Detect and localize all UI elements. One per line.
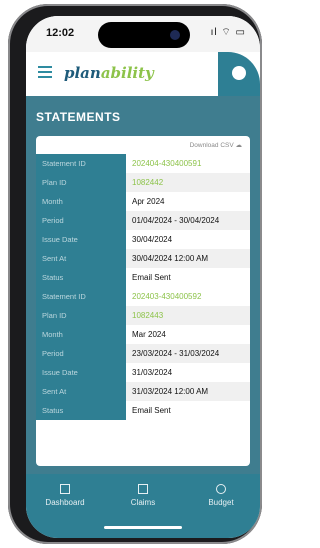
nav-budget[interactable]: Budget — [182, 484, 260, 507]
status-bar: 12:02 ıl ⌔ ▭ — [26, 16, 260, 52]
table-row: Plan ID 1082442 — [36, 173, 250, 192]
row-label: Sent At — [36, 249, 126, 268]
row-label: Sent At — [36, 382, 126, 401]
statements-card: Download CSV ☁ Statement ID 202404-430400… — [36, 136, 250, 466]
table-row: Status Email Sent — [36, 401, 250, 420]
profile-button[interactable] — [218, 52, 260, 96]
download-csv-button[interactable]: Download CSV ☁ — [190, 141, 242, 149]
row-value: Email Sent — [126, 268, 250, 287]
screen: 12:02 ıl ⌔ ▭ planability STATEMENTS Down… — [26, 16, 260, 538]
table-row: Sent At 30/04/2024 12:00 AM — [36, 249, 250, 268]
table-row: Plan ID 1082443 — [36, 306, 250, 325]
row-value-link[interactable]: 202403-430400592 — [126, 287, 250, 306]
row-value: 30/04/2024 — [126, 230, 250, 249]
hamburger-menu-icon[interactable] — [38, 66, 52, 78]
row-label: Issue Date — [36, 230, 126, 249]
nav-claims[interactable]: Claims — [104, 484, 182, 507]
row-label: Month — [36, 325, 126, 344]
row-value-link[interactable]: 1082443 — [126, 306, 250, 325]
row-value: 30/04/2024 12:00 AM — [126, 249, 250, 268]
row-label: Plan ID — [36, 173, 126, 192]
table-row: Month Apr 2024 — [36, 192, 250, 211]
row-label: Period — [36, 211, 126, 230]
status-time: 12:02 — [46, 27, 75, 39]
claims-icon — [138, 484, 148, 494]
table-row: Statement ID 202403-430400592 — [36, 287, 250, 306]
table-row: Month Mar 2024 — [36, 325, 250, 344]
table-row: Period 23/03/2024 - 31/03/2024 — [36, 344, 250, 363]
row-label: Status — [36, 268, 126, 287]
row-value: 31/03/2024 12:00 AM — [126, 382, 250, 401]
nav-claims-label: Claims — [130, 498, 156, 507]
row-value: 31/03/2024 — [126, 363, 250, 382]
download-csv-label: Download CSV — [189, 142, 234, 149]
table-row: Statement ID 202404-430400591 — [36, 154, 250, 173]
row-label: Statement ID — [36, 287, 126, 306]
table-row: Issue Date 30/04/2024 — [36, 230, 250, 249]
camera-icon — [170, 30, 180, 40]
dynamic-island — [98, 22, 190, 48]
phone-frame: 12:02 ıl ⌔ ▭ planability STATEMENTS Down… — [8, 4, 262, 544]
page-title: STATEMENTS — [36, 110, 121, 124]
row-label: Issue Date — [36, 363, 126, 382]
statement-rows: Statement ID 202404-430400591 Plan ID 10824… — [36, 154, 250, 420]
row-value: Mar 2024 — [126, 325, 250, 344]
nav-dashboard-label: Dashboard — [45, 498, 85, 507]
row-value-link[interactable]: 202404-430400591 — [126, 154, 250, 173]
dashboard-icon — [60, 484, 70, 494]
row-label: Month — [36, 192, 126, 211]
logo-part-plan: plan — [64, 64, 101, 82]
row-value-link[interactable]: 1082442 — [126, 173, 250, 192]
app-logo: planability — [64, 64, 154, 82]
system-icons: ıl ⌔ ▭ — [210, 27, 246, 38]
table-row: Issue Date 31/03/2024 — [36, 363, 250, 382]
logo-part-ability: ability — [100, 64, 154, 82]
table-row: Sent At 31/03/2024 12:00 AM — [36, 382, 250, 401]
home-indicator — [104, 526, 182, 529]
row-value: 01/04/2024 - 30/04/2024 — [126, 211, 250, 230]
row-value: Apr 2024 — [126, 192, 250, 211]
app-bar: planability — [26, 52, 260, 97]
main-content: STATEMENTS Download CSV ☁ Statement ID 20… — [26, 96, 260, 474]
budget-icon — [216, 484, 226, 494]
row-label: Plan ID — [36, 306, 126, 325]
card-header: Download CSV ☁ — [36, 136, 250, 154]
table-row: Status Email Sent — [36, 268, 250, 287]
profile-icon — [232, 66, 246, 80]
row-label: Statement ID — [36, 154, 126, 173]
nav-dashboard[interactable]: Dashboard — [26, 484, 104, 507]
row-label: Status — [36, 401, 126, 420]
nav-budget-label: Budget — [208, 498, 234, 507]
table-row: Period 01/04/2024 - 30/04/2024 — [36, 211, 250, 230]
row-value: Email Sent — [126, 401, 250, 420]
row-label: Period — [36, 344, 126, 363]
row-value: 23/03/2024 - 31/03/2024 — [126, 344, 250, 363]
bottom-nav: Dashboard Claims Budget — [26, 474, 260, 538]
